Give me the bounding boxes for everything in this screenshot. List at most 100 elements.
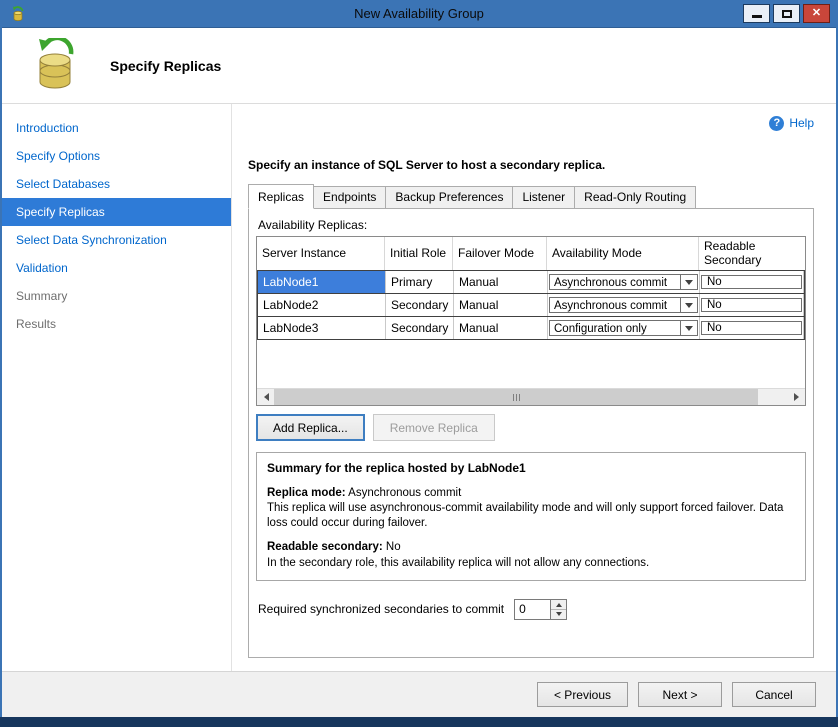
caption-buttons: ✕ xyxy=(743,4,830,23)
column-header-server-instance: Server Instance xyxy=(257,237,385,270)
sidebar-item-select-databases[interactable]: Select Databases xyxy=(2,170,231,198)
readable-secondary-description: In the secondary role, this availability… xyxy=(267,556,795,570)
cell-readable-secondary: No xyxy=(700,317,804,339)
summary-title: Summary for the replica hosted by LabNod… xyxy=(267,461,795,476)
grid-empty-area xyxy=(257,340,805,388)
spinner-buttons xyxy=(550,599,567,620)
maximize-icon xyxy=(782,10,792,18)
cell-server-instance[interactable]: LabNode2 xyxy=(258,294,386,316)
quantity-stepper xyxy=(514,599,567,620)
scroll-left-icon[interactable] xyxy=(257,389,274,405)
column-header-failover-mode: Failover Mode xyxy=(453,237,547,270)
availability-replicas-grid: Server Instance Initial Role Failover Mo… xyxy=(256,236,806,406)
help-link[interactable]: ? Help xyxy=(248,114,814,132)
readable-secondary-value: No xyxy=(386,541,401,553)
readable-secondary-dropdown[interactable]: No xyxy=(701,298,802,312)
quorum-row: Required synchronized secondaries to com… xyxy=(256,599,806,620)
table-row[interactable]: LabNode3 Secondary Manual Configuration … xyxy=(257,316,805,340)
table-row[interactable]: LabNode1 Primary Manual Asynchronous com… xyxy=(257,270,805,294)
grid-header: Server Instance Initial Role Failover Mo… xyxy=(257,237,805,271)
cell-readable-secondary: No xyxy=(700,271,804,293)
help-icon: ? xyxy=(769,116,784,131)
maximize-button[interactable] xyxy=(773,4,800,23)
help-label: Help xyxy=(789,116,814,130)
cancel-button[interactable]: Cancel xyxy=(732,682,816,707)
readable-secondary-dropdown[interactable]: No xyxy=(701,321,802,335)
page-title: Specify Replicas xyxy=(110,58,221,74)
instruction-text: Specify an instance of SQL Server to hos… xyxy=(248,158,814,172)
sidebar-item-specify-options[interactable]: Specify Options xyxy=(2,142,231,170)
cell-failover-mode: Manual xyxy=(454,271,548,293)
table-row[interactable]: LabNode2 Secondary Manual Asynchronous c… xyxy=(257,293,805,317)
tab-endpoints[interactable]: Endpoints xyxy=(313,186,386,209)
replica-mode-description: This replica will use asynchronous-commi… xyxy=(267,501,795,530)
cell-availability-mode: Asynchronous commit xyxy=(548,271,700,293)
secondaries-to-commit-label: Required synchronized secondaries to com… xyxy=(258,602,504,616)
replicas-tab-panel: Availability Replicas: Server Instance I… xyxy=(248,208,814,658)
close-button[interactable]: ✕ xyxy=(803,4,830,23)
tab-listener[interactable]: Listener xyxy=(512,186,575,209)
replica-buttons-row: Add Replica... Remove Replica xyxy=(256,414,806,441)
cell-initial-role: Secondary xyxy=(386,317,454,339)
replica-mode-label: Replica mode: xyxy=(267,487,346,499)
replica-summary-box: Summary for the replica hosted by LabNod… xyxy=(256,452,806,581)
dialog-footer: < Previous Next > Cancel xyxy=(2,671,836,717)
chevron-down-icon[interactable] xyxy=(680,321,697,335)
horizontal-scrollbar[interactable] xyxy=(257,388,805,405)
tab-backup-preferences[interactable]: Backup Preferences xyxy=(385,186,513,209)
chevron-down-icon[interactable] xyxy=(680,298,697,312)
sidebar-item-introduction[interactable]: Introduction xyxy=(2,114,231,142)
minimize-icon xyxy=(752,15,762,18)
chevron-down-icon[interactable] xyxy=(680,275,697,289)
readable-secondary-dropdown[interactable]: No xyxy=(701,275,802,289)
sidebar-item-select-data-sync[interactable]: Select Data Synchronization xyxy=(2,226,231,254)
cell-availability-mode: Configuration only xyxy=(548,317,700,339)
add-replica-button[interactable]: Add Replica... xyxy=(256,414,365,441)
wizard-steps-sidebar: Introduction Specify Options Select Data… xyxy=(2,104,232,671)
wizard-header: Specify Replicas xyxy=(2,28,836,104)
tab-strip: Replicas Endpoints Backup Preferences Li… xyxy=(248,186,814,209)
remove-replica-button[interactable]: Remove Replica xyxy=(373,414,495,441)
cell-readable-secondary: No xyxy=(700,294,804,316)
replica-mode-line: Replica mode: Asynchronous commit xyxy=(267,486,795,500)
close-icon: ✕ xyxy=(812,8,821,19)
sidebar-item-summary: Summary xyxy=(2,282,231,310)
cell-failover-mode: Manual xyxy=(454,294,548,316)
grid-caption: Availability Replicas: xyxy=(258,218,806,232)
window-bottom-border xyxy=(0,717,838,727)
scrollbar-track[interactable] xyxy=(274,389,788,405)
new-availability-group-dialog: New Availability Group ✕ Specify Replica… xyxy=(0,0,838,727)
cell-initial-role: Primary xyxy=(386,271,454,293)
window-title: New Availability Group xyxy=(2,0,836,28)
column-header-availability-mode: Availability Mode xyxy=(547,237,699,270)
cell-server-instance[interactable]: LabNode3 xyxy=(258,317,386,339)
next-button[interactable]: Next > xyxy=(638,682,722,707)
spinner-up-icon[interactable] xyxy=(551,600,566,610)
scrollbar-thumb[interactable] xyxy=(274,389,758,405)
titlebar[interactable]: New Availability Group ✕ xyxy=(2,0,836,28)
tab-read-only-routing[interactable]: Read-Only Routing xyxy=(574,186,696,209)
grip-icon xyxy=(516,394,517,401)
spinner-down-icon[interactable] xyxy=(551,610,566,619)
main-content: ? Help Specify an instance of SQL Server… xyxy=(232,104,836,671)
secondaries-to-commit-input[interactable] xyxy=(514,599,550,620)
tab-replicas[interactable]: Replicas xyxy=(248,184,314,209)
cell-failover-mode: Manual xyxy=(454,317,548,339)
dialog-body: Introduction Specify Options Select Data… xyxy=(2,104,836,671)
sidebar-item-validation[interactable]: Validation xyxy=(2,254,231,282)
cell-availability-mode: Asynchronous commit xyxy=(548,294,700,316)
previous-button[interactable]: < Previous xyxy=(537,682,628,707)
availability-mode-dropdown[interactable]: Asynchronous commit xyxy=(549,274,698,290)
availability-mode-dropdown[interactable]: Configuration only xyxy=(549,320,698,336)
cell-server-instance[interactable]: LabNode1 xyxy=(258,271,386,293)
replica-mode-value: Asynchronous commit xyxy=(348,487,461,499)
cell-initial-role: Secondary xyxy=(386,294,454,316)
column-header-initial-role: Initial Role xyxy=(385,237,453,270)
availability-group-icon xyxy=(30,38,80,94)
sidebar-item-specify-replicas[interactable]: Specify Replicas xyxy=(2,198,231,226)
scroll-right-icon[interactable] xyxy=(788,389,805,405)
minimize-button[interactable] xyxy=(743,4,770,23)
readable-secondary-label: Readable secondary: xyxy=(267,541,383,553)
sidebar-item-results: Results xyxy=(2,310,231,338)
availability-mode-dropdown[interactable]: Asynchronous commit xyxy=(549,297,698,313)
